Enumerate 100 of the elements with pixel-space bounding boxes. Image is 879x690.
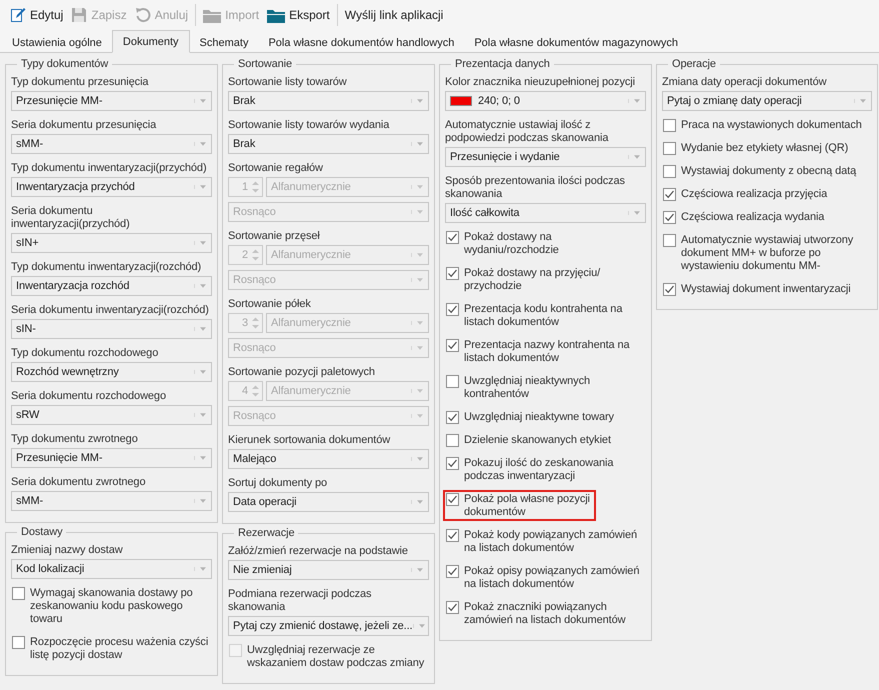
- folder-icon: [203, 8, 222, 22]
- field-label: Zmieniaj nazwy dostaw: [11, 543, 124, 558]
- checkbox[interactable]: [446, 303, 459, 316]
- dropdown[interactable]: Nie zmieniaj: [228, 560, 429, 580]
- dropdown[interactable]: Pytaj czy zmienić dostawę, jeżeli ze...: [228, 616, 429, 636]
- field-label: Typ dokumentu inwentaryzacji(rozchód): [11, 260, 202, 275]
- checkbox-label: Rozpoczęcie procesu ważenia czyści listę pozycji dostaw: [30, 636, 210, 662]
- dropdown[interactable]: Ilość całkowita: [445, 203, 646, 223]
- dropdown[interactable]: Przesunięcie i wydanie: [445, 147, 646, 167]
- field-label: Typ dokumentu inwentaryzacji(przychód): [11, 161, 208, 176]
- dropdown[interactable]: Brak: [228, 134, 429, 154]
- field-label: Sortowanie listy towarów: [228, 75, 348, 90]
- field-label: Sortuj dokumenty po: [228, 476, 328, 491]
- dropdown[interactable]: Brak: [228, 91, 429, 111]
- tab[interactable]: Dokumenty: [112, 30, 190, 53]
- tab[interactable]: Pola własne dokumentów magazynowych: [464, 33, 688, 53]
- dropdown[interactable]: Przesunięcie MM-: [11, 91, 212, 111]
- dropdown[interactable]: 240; 0; 0: [445, 91, 646, 111]
- checkbox-label: Automatycznie wystawiaj utworzony dokument MM+ w buforze po wystawieniu dokumentu MM-: [681, 234, 854, 273]
- tab[interactable]: Pola własne dokumentów handlowych: [258, 33, 464, 53]
- checkbox-label: Wystawiaj dokument inwentaryzacji: [681, 283, 851, 296]
- checkbox[interactable]: [663, 234, 676, 247]
- group-title: Operacje: [671, 58, 717, 70]
- checkbox-label: Pokaż kody powiązanych zamówień na listach dokumentów: [464, 529, 638, 555]
- checkbox[interactable]: [446, 339, 459, 352]
- spinner-arrows-icon: [251, 316, 260, 330]
- field-label: Kierunek sortowania dokumentów: [228, 433, 392, 448]
- checkbox-label: Pokaż pola własne pozycji dokumentów: [464, 493, 591, 519]
- checkbox-label: Pokazuj ilość do zeskanowania podczas inwentaryzacji: [464, 457, 614, 483]
- checkbox[interactable]: [663, 211, 676, 224]
- checkbox[interactable]: [663, 188, 676, 201]
- field-label: Podmiana rezerwacji podczas skanowania: [228, 587, 372, 615]
- field-label: Seria dokumentu inwentaryzacji(przychód): [11, 204, 131, 232]
- checkbox[interactable]: [663, 283, 676, 296]
- checkbox-label: Uwzględniaj nieaktywnych kontrahentów: [464, 375, 591, 401]
- dropdown[interactable]: sIN-: [11, 319, 212, 339]
- checkbox[interactable]: [663, 142, 676, 155]
- field-label: Sortowanie przęseł: [228, 229, 321, 244]
- spinner-arrows-icon: [251, 180, 260, 194]
- tab[interactable]: Schematy: [190, 33, 258, 53]
- checkbox[interactable]: [12, 636, 25, 649]
- checkbox-label: Prezentacja kodu kontrahenta na listach dokumentów: [464, 303, 624, 329]
- checkbox-label: Częściowa realizacja przyjęcia: [681, 188, 828, 201]
- checkbox-label: Pokaż dostawy na przyjęciu/ przychodzie: [464, 267, 602, 293]
- checkbox[interactable]: [446, 565, 459, 578]
- checkbox[interactable]: [446, 267, 459, 280]
- undo-icon: [134, 7, 151, 23]
- checkbox[interactable]: [446, 601, 459, 614]
- field-label: Automatycznie ustawiaj ilość z podpowiedzi podczas skanowania: [445, 118, 610, 146]
- field-label: Zmiana daty operacji dokumentów: [662, 75, 828, 90]
- checkbox-label: Uwzględniaj nieaktywne towary: [464, 411, 614, 424]
- field-label: Sposób prezentowania ilości podczas skanowania: [445, 174, 626, 202]
- checkbox-label: Uwzględniaj rezerwacje ze wskazaniem dostaw podczas zmiany: [247, 644, 426, 670]
- field-label: Seria dokumentu przesunięcia: [11, 118, 158, 133]
- checkbox-label: Pokaż znaczniki powiązanych zamówień na listach dokumentów: [464, 601, 626, 627]
- checkbox-label: Prezentacja nazwy kontrahenta na listach dokumentów: [464, 339, 631, 365]
- field-label: Sortowanie półek: [228, 297, 312, 312]
- checkbox[interactable]: [446, 529, 459, 542]
- group-title: Sortowanie: [237, 58, 294, 70]
- tab[interactable]: Ustawienia ogólne: [2, 33, 112, 53]
- field-label: Sortowanie listy towarów wydania: [228, 118, 390, 133]
- dropdown[interactable]: Inwentaryzacja przychód: [11, 177, 212, 197]
- dropdown[interactable]: sMM-: [11, 134, 212, 154]
- field-label: Typ dokumentu zwrotnego: [11, 432, 139, 447]
- edit-icon: [10, 7, 26, 23]
- dropdown[interactable]: sMM-: [11, 491, 212, 511]
- dropdown[interactable]: Malejąco: [228, 449, 429, 469]
- toolbar-button[interactable]: Edytuj: [6, 3, 68, 27]
- dropdown[interactable]: Przesunięcie MM-: [11, 448, 212, 468]
- dropdown[interactable]: sRW: [11, 405, 212, 425]
- checkbox-label: Pokaż opisy powiązanych zamówień na listach dokumentów: [464, 565, 640, 591]
- dropdown[interactable]: sIN+: [11, 233, 212, 253]
- checkbox-label: Pokaż dostawy na wydaniu/rozchodzie: [464, 231, 560, 257]
- field-label: Sortowanie regałów: [228, 161, 324, 176]
- dropdown[interactable]: Kod lokalizacji: [11, 559, 212, 579]
- field-label: Seria dokumentu rozchodowego: [11, 389, 167, 404]
- checkbox[interactable]: [446, 434, 459, 447]
- checkbox[interactable]: [663, 119, 676, 132]
- checkbox[interactable]: [446, 457, 459, 470]
- checkbox[interactable]: [446, 411, 459, 424]
- field-label: Kolor znacznika nieuzupełnionej pozycji: [445, 75, 636, 90]
- checkbox[interactable]: [446, 231, 459, 244]
- checkbox-label: Wydanie bez etykiety własnej (QR): [681, 142, 848, 155]
- checkbox[interactable]: [446, 493, 459, 506]
- checkbox[interactable]: [446, 375, 459, 388]
- field-label: Sortowanie pozycji paletowych: [228, 365, 376, 380]
- checkbox[interactable]: [663, 165, 676, 178]
- group-title: Prezentacja danych: [454, 58, 551, 70]
- dropdown[interactable]: Data operacji: [228, 492, 429, 512]
- dropdown[interactable]: Rozchód wewnętrzny: [11, 362, 212, 382]
- dropdown[interactable]: Pytaj o zmianę daty operacji: [662, 91, 872, 111]
- dropdown[interactable]: Inwentaryzacja rozchód: [11, 276, 212, 296]
- toolbar-button[interactable]: Eksport: [263, 3, 334, 27]
- checkbox[interactable]: [12, 587, 25, 600]
- checkbox-label: Częściowa realizacja wydania: [681, 211, 824, 224]
- field-label: Typ dokumentu rozchodowego: [11, 346, 160, 361]
- checkbox-label: Praca na wystawionych dokumentach: [681, 119, 862, 132]
- toolbar-button[interactable]: Wyślij link aplikacji: [340, 3, 448, 27]
- group-title: Rezerwacje: [237, 527, 296, 539]
- group-title: Typy dokumentów: [20, 58, 110, 70]
